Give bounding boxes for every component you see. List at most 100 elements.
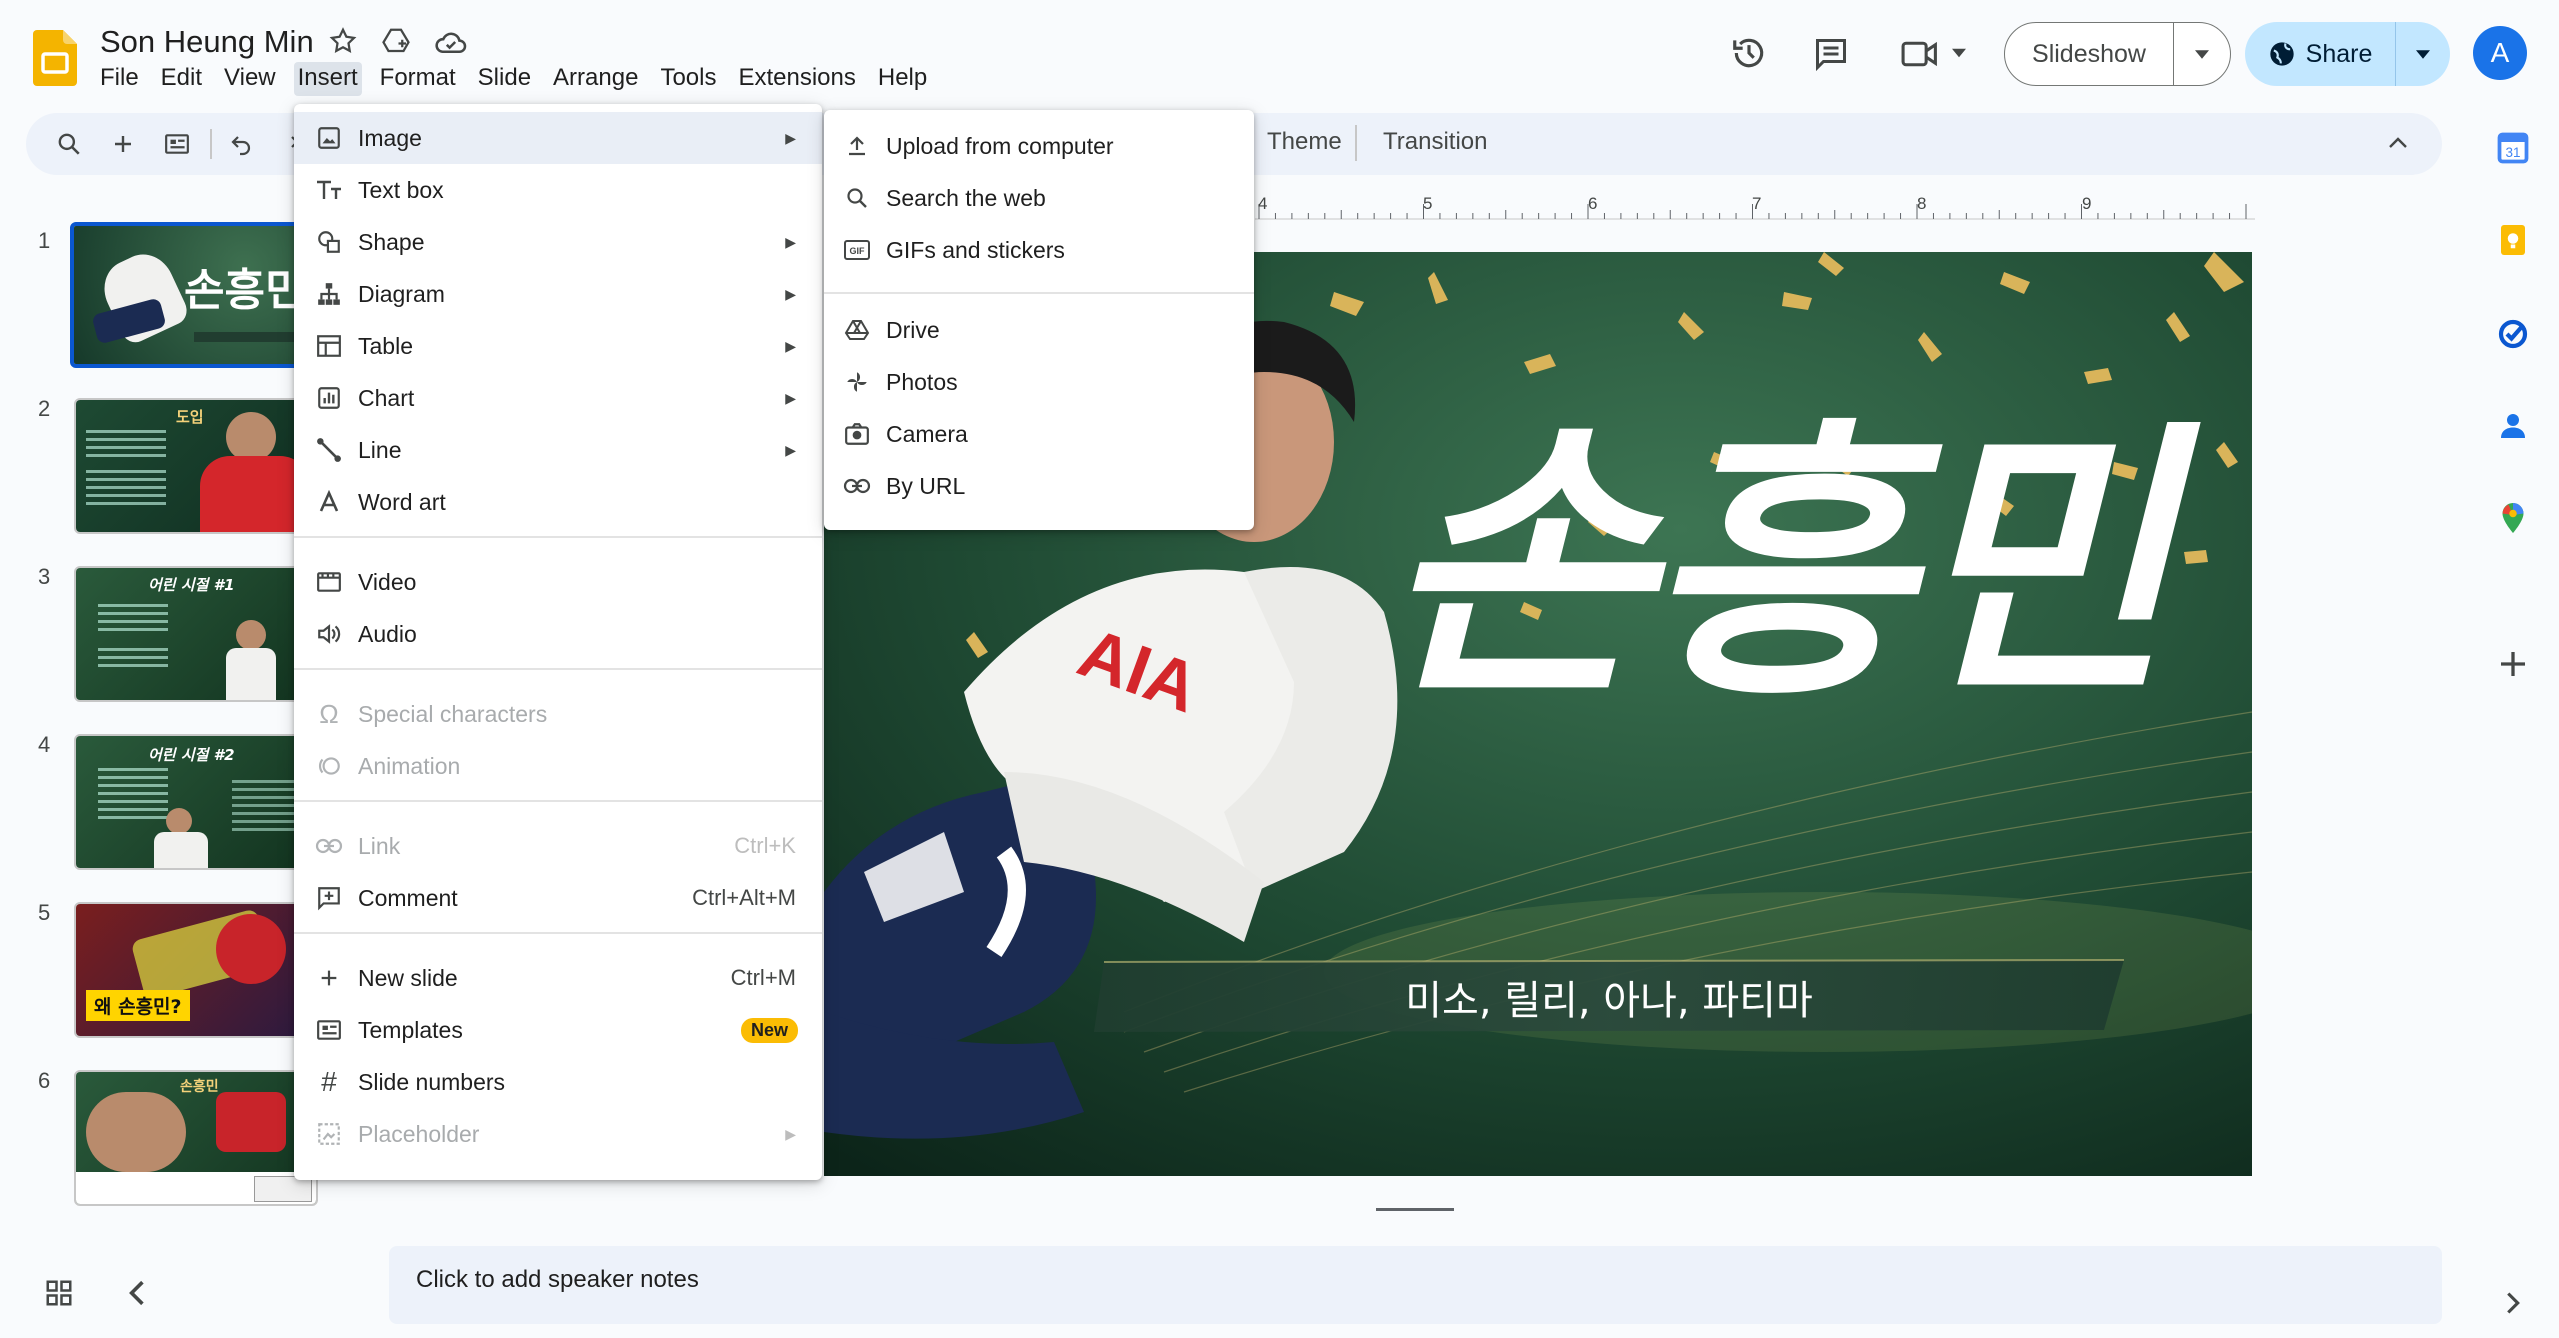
menu-item-new-slide[interactable]: New slide Ctrl+M xyxy=(294,952,822,1004)
menu-item-image[interactable]: Image ▶ xyxy=(294,112,822,164)
expand-side-panel-icon[interactable] xyxy=(2505,1292,2521,1314)
submenu-item-by-url[interactable]: By URL xyxy=(824,460,1254,512)
menu-item-chart[interactable]: Chart ▶ xyxy=(294,372,822,424)
slide-number: 5 xyxy=(38,900,51,925)
menu-insert[interactable]: Insert xyxy=(293,62,362,96)
submenu-arrow-icon: ▶ xyxy=(785,389,796,406)
chevron-down-icon[interactable] xyxy=(1952,48,1966,58)
menu-help[interactable]: Help xyxy=(878,62,927,96)
shortcut-label: Ctrl+K xyxy=(734,833,796,858)
menu-item-text-box[interactable]: Text box xyxy=(294,164,822,216)
menu-format[interactable]: Format xyxy=(380,62,456,96)
collapse-filmstrip-icon[interactable] xyxy=(128,1280,146,1306)
menu-item-shape[interactable]: Shape ▶ xyxy=(294,216,822,268)
share-button[interactable]: Share xyxy=(2245,22,2450,86)
undo-button[interactable] xyxy=(224,127,258,161)
share-main[interactable]: Share xyxy=(2245,22,2396,86)
speaker-notes-placeholder[interactable]: Click to add speaker notes xyxy=(416,1266,699,1294)
meet-camera-icon[interactable] xyxy=(1900,38,1940,70)
menu-view[interactable]: View xyxy=(224,62,276,96)
menu-arrange[interactable]: Arrange xyxy=(553,62,638,96)
slideshow-button[interactable]: Slideshow xyxy=(2004,22,2231,86)
menu-item-slide-numbers[interactable]: # Slide numbers xyxy=(294,1056,822,1108)
keep-icon[interactable] xyxy=(2495,222,2531,258)
collapse-toolbar-icon[interactable] xyxy=(2388,135,2408,149)
menu-item-comment[interactable]: Comment Ctrl+Alt+M xyxy=(294,872,822,924)
version-history-icon[interactable] xyxy=(1730,34,1768,72)
submenu-item-label: Drive xyxy=(886,316,940,343)
layout-icon xyxy=(165,134,189,154)
submenu-item-camera[interactable]: Camera xyxy=(824,408,1254,460)
notes-resize-handle[interactable] xyxy=(1376,1208,1454,1211)
menu-file[interactable]: File xyxy=(100,62,139,96)
slides-logo-icon[interactable] xyxy=(33,30,77,86)
menu-tools[interactable]: Tools xyxy=(660,62,716,96)
diagram-icon xyxy=(318,283,340,305)
slideshow-options-button[interactable] xyxy=(2174,49,2230,59)
menu-item-table[interactable]: Table ▶ xyxy=(294,320,822,372)
submenu-item-photos[interactable]: Photos xyxy=(824,356,1254,408)
transition-button[interactable]: Transition xyxy=(1383,128,1487,156)
slideshow-label[interactable]: Slideshow xyxy=(2005,23,2174,85)
document-title[interactable]: Son Heung Min xyxy=(100,24,314,60)
menu-item-templates[interactable]: Templates New xyxy=(294,1004,822,1056)
menu-item-link[interactable]: Link Ctrl+K xyxy=(294,820,822,872)
text-box-icon xyxy=(317,180,341,199)
slide-subtitle[interactable]: 미소, 릴리, 아나, 파티마 xyxy=(1094,966,2124,1028)
menu-item-line[interactable]: Line ▶ xyxy=(294,424,822,476)
maps-icon[interactable] xyxy=(2495,500,2531,536)
star-icon[interactable] xyxy=(328,26,358,56)
share-options-button[interactable] xyxy=(2396,49,2450,59)
account-avatar[interactable]: A xyxy=(2473,26,2527,80)
menu-item-diagram[interactable]: Diagram ▶ xyxy=(294,268,822,320)
cloud-saved-icon[interactable] xyxy=(434,28,468,56)
submenu-arrow-icon: ▶ xyxy=(785,285,796,302)
slide-thumbnail-6[interactable]: 손흥민 xyxy=(74,1070,318,1206)
audio-icon xyxy=(318,624,341,644)
layout-button[interactable] xyxy=(160,127,194,161)
get-addons-plus-icon[interactable] xyxy=(2495,646,2531,682)
grid-view-icon[interactable] xyxy=(44,1278,74,1308)
menu-item-word-art[interactable]: Word art xyxy=(294,476,822,528)
thumbnail-title: 도입 xyxy=(176,408,204,426)
slide-thumbnail-1[interactable]: 손흥민 xyxy=(70,222,322,368)
search-menus-button[interactable] xyxy=(52,127,86,161)
menu-item-special-characters[interactable]: Ω Special characters xyxy=(294,688,822,740)
slide-thumbnail-2[interactable]: 도입 xyxy=(74,398,318,534)
submenu-item-upload-from-computer[interactable]: Upload from computer xyxy=(824,120,1254,172)
drive-icon xyxy=(844,320,870,340)
tasks-icon[interactable] xyxy=(2495,316,2531,352)
menu-item-label: Video xyxy=(358,568,417,595)
thumbnail-title: 손흥민 xyxy=(180,1079,219,1095)
menu-bar: File Edit View Insert Format Slide Arran… xyxy=(100,62,949,96)
svg-text:GIF: GIF xyxy=(850,246,866,256)
submenu-item-label: Camera xyxy=(886,420,968,447)
menu-edit[interactable]: Edit xyxy=(161,62,202,96)
line-icon xyxy=(317,438,341,462)
menu-item-animation[interactable]: Animation xyxy=(294,740,822,792)
move-to-drive-icon[interactable] xyxy=(380,26,412,56)
contacts-icon[interactable] xyxy=(2495,408,2531,444)
menu-item-placeholder[interactable]: Placeholder ▶ xyxy=(294,1108,822,1160)
submenu-item-drive[interactable]: Drive xyxy=(824,304,1254,356)
comments-icon[interactable] xyxy=(1813,36,1849,72)
menu-extensions[interactable]: Extensions xyxy=(738,62,855,96)
slide-thumbnail-3[interactable]: 어린 시절 #1 xyxy=(74,566,318,702)
menu-item-audio[interactable]: Audio xyxy=(294,608,822,660)
search-icon xyxy=(58,133,80,155)
slide-thumbnail-5[interactable]: 왜 손흥민? xyxy=(74,902,318,1038)
menu-slide[interactable]: Slide xyxy=(478,62,531,96)
new-slide-button[interactable] xyxy=(106,127,140,161)
slide-title[interactable]: 손흥민 xyxy=(1384,422,2172,712)
slide-thumbnail-4[interactable]: 어린 시절 #2 xyxy=(74,734,318,870)
menu-item-label: Slide numbers xyxy=(358,1068,506,1095)
menu-item-label: Animation xyxy=(358,752,461,779)
submenu-arrow-icon: ▶ xyxy=(785,129,796,146)
menu-item-video[interactable]: Video xyxy=(294,556,822,608)
calendar-icon[interactable]: 31 xyxy=(2495,130,2531,166)
submenu-item-gifs-and-stickers[interactable]: GIF GIFs and stickers xyxy=(824,224,1254,276)
thumbnail-title: 어린 시절 #2 xyxy=(148,746,235,764)
theme-button[interactable]: Theme xyxy=(1267,128,1342,156)
submenu-item-search-the-web[interactable]: Search the web xyxy=(824,172,1254,224)
menu-item-label: Comment xyxy=(358,884,458,911)
